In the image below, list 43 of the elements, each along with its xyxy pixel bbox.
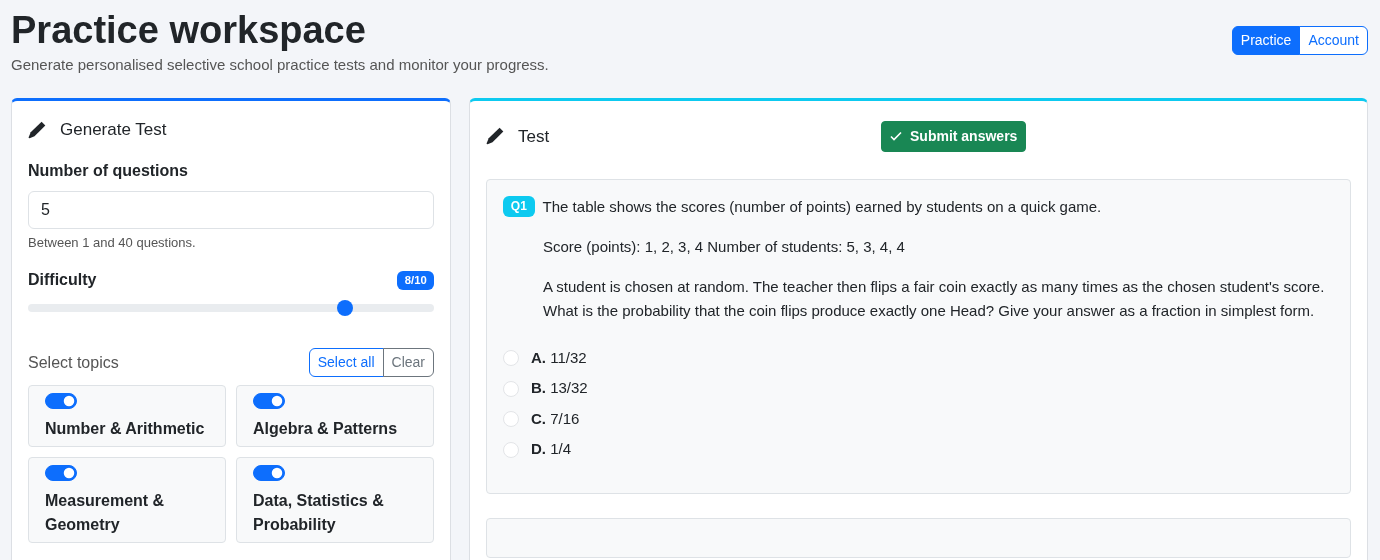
field-label: Number of questions	[28, 160, 189, 181]
pencil-icon	[486, 127, 504, 146]
help-text: Between 1 and 40 questions.	[28, 233, 197, 252]
topic-card[interactable]: Data, Statistics & Probability	[236, 457, 434, 544]
option-label[interactable]: D. 1/4	[531, 438, 572, 461]
topic-card[interactable]: Algebra & Patterns	[236, 385, 434, 448]
question-text: Score (points): 1, 2, 3, 4 Number of students: 5, 3, 4, 4	[543, 236, 906, 257]
submit-button[interactable]: Submit answers	[881, 120, 1027, 152]
radio-button[interactable]	[503, 441, 519, 458]
question-text: The table shows the scores (number of points) earned by students on a quick game.	[542, 197, 1102, 218]
topic-label: Algebra & Patterns	[253, 419, 399, 440]
number-field[interactable]: 5	[28, 190, 434, 229]
question-text: A student is chosen at random. The teacher then flips a fair coin exactly as many times as the chosen student's score. What is the probability that the coin flips produce exactly one Head? Give your answer as a fraction in simplest form.	[543, 276, 1326, 321]
topic-label: Measurement & Geometry	[45, 491, 166, 536]
toggle-switch[interactable]	[253, 393, 285, 410]
nav-tab[interactable]: Practice	[1231, 26, 1301, 55]
option-label[interactable]: B. 13/32	[531, 377, 588, 400]
topic-card[interactable]: Measurement & Geometry	[28, 457, 226, 544]
toggle-switch[interactable]	[253, 465, 285, 482]
topic-action-button[interactable]: Clear	[382, 348, 434, 378]
radio-button[interactable]	[503, 380, 519, 397]
toggle-switch[interactable]	[45, 393, 77, 410]
panel-title: Test	[518, 125, 550, 148]
section-label: Select topics	[28, 352, 119, 373]
topic-card[interactable]: Number & Arithmetic	[28, 385, 226, 448]
field-label: Difficulty	[28, 270, 97, 291]
page-subtitle: Generate personalised selective school practice tests and monitor your progress.	[11, 54, 549, 75]
page-title: Practice workspace	[11, 10, 367, 52]
topic-label: Data, Statistics & Probability	[253, 491, 385, 536]
check-icon	[890, 130, 902, 143]
toggle-switch[interactable]	[45, 465, 77, 482]
option-label[interactable]: A. 11/32	[531, 346, 587, 370]
slider-thumb[interactable]	[336, 300, 353, 317]
radio-button[interactable]	[503, 350, 519, 367]
nav-tab[interactable]: Account	[1299, 26, 1368, 55]
pencil-icon	[28, 121, 46, 140]
option-label[interactable]: C. 7/16	[531, 407, 580, 431]
topic-label: Number & Arithmetic	[45, 419, 206, 440]
topic-action-button[interactable]: Select all	[308, 348, 384, 378]
radio-button[interactable]	[503, 411, 519, 428]
difficulty-badge: 8/10	[397, 270, 434, 290]
question-badge: Q1	[503, 196, 535, 217]
panel-title: Generate Test	[60, 119, 167, 142]
